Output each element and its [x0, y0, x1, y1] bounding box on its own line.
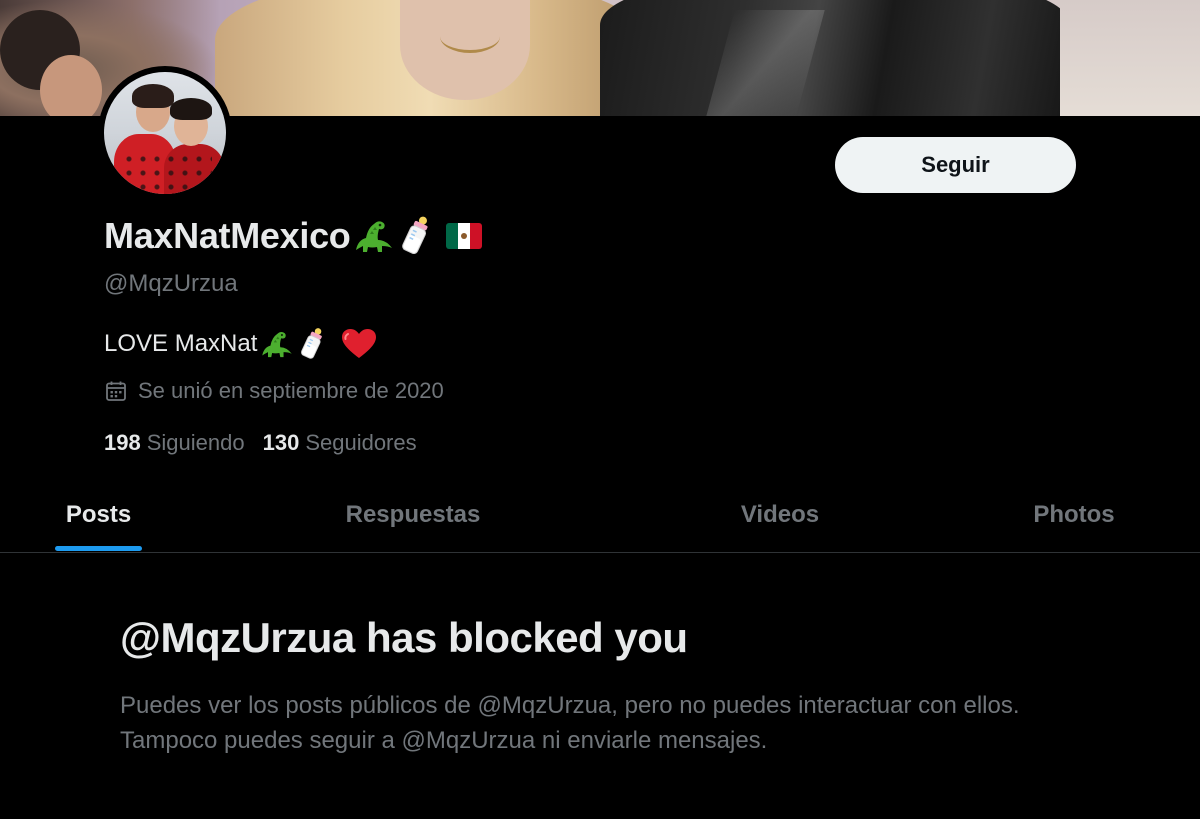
followers-count: 130: [262, 430, 300, 455]
bio-text: LOVE MaxNat: [104, 330, 258, 357]
follow-stats: 198 Siguiendo 130 Seguidores: [104, 430, 417, 456]
tab-posts[interactable]: Posts: [0, 478, 197, 552]
dinosaur-icon: [352, 216, 396, 256]
profile-bio: LOVE MaxNat: [104, 326, 377, 362]
following-label: Siguiendo: [146, 430, 245, 455]
tab-respuestas[interactable]: Respuestas: [313, 478, 513, 552]
dinosaur-icon: [259, 327, 295, 361]
display-name-text: MaxNatMexico: [104, 215, 351, 256]
followers-label: Seguidores: [305, 430, 417, 455]
baby-bottle-icon: [400, 214, 436, 258]
baby-bottle-icon: [299, 326, 329, 362]
following-count: 198: [104, 430, 141, 455]
joined-date-text: Se unió en septiembre de 2020: [138, 378, 444, 403]
banner-background: [1060, 0, 1200, 116]
profile-avatar[interactable]: [98, 66, 232, 200]
avatar-person-two-hair: [170, 98, 212, 120]
following-link[interactable]: 198 Siguiendo: [104, 430, 245, 456]
blocked-title: @MqzUrzua has blocked you: [120, 614, 688, 661]
tab-videos[interactable]: Videos: [680, 478, 880, 552]
active-tab-indicator: [55, 546, 142, 551]
display-name: MaxNatMexico: [104, 214, 483, 258]
profile-tabs: Posts Respuestas Videos Photos: [0, 478, 1200, 553]
avatar-photo: [104, 72, 226, 194]
followers-link[interactable]: 130 Seguidores: [263, 430, 417, 456]
calendar-icon: [104, 379, 128, 403]
banner-person-face: [40, 55, 102, 116]
profile-handle: @MqzUrzua: [104, 270, 238, 297]
follow-button[interactable]: Seguir: [835, 137, 1076, 193]
banner-black-suit: [600, 0, 1070, 116]
mexico-flag-icon: [446, 223, 483, 249]
avatar-pattern: [122, 152, 212, 192]
blocked-message: Puedes ver los posts públicos de @MqzUrz…: [120, 692, 1020, 754]
tab-photos[interactable]: Photos: [974, 478, 1174, 552]
avatar-person-one-hair: [132, 84, 174, 108]
banner-necklace: [440, 20, 500, 53]
joined-date: Se unió en septiembre de 2020: [104, 378, 444, 404]
red-heart-icon: [341, 328, 377, 360]
